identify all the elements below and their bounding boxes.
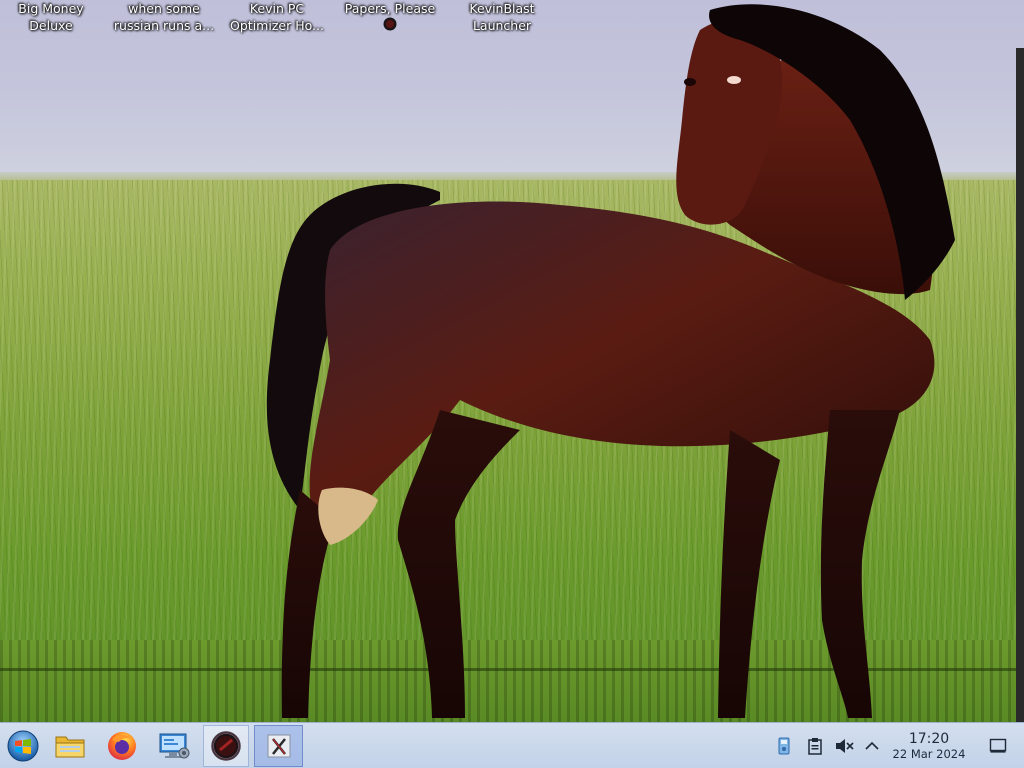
desktop-icon-papers-please[interactable]: Papers, Please xyxy=(335,0,445,31)
file-explorer-icon xyxy=(55,736,85,758)
tray-volume-button[interactable] xyxy=(832,734,856,758)
kevin-x-app-icon xyxy=(267,734,290,758)
taskbar-clock[interactable]: 17:20 22 Mar 2024 xyxy=(886,731,972,761)
usb-device-icon xyxy=(778,737,790,755)
taskbar-file-explorer-button[interactable] xyxy=(47,725,93,767)
desktop-icon-label: Big Money Deluxe xyxy=(18,1,84,33)
desktop-icon-label: when some russian runs a... xyxy=(113,1,215,33)
taskbar-papers-please-button[interactable] xyxy=(203,725,249,767)
clipboard-icon xyxy=(808,738,822,755)
clock-time: 17:20 xyxy=(908,731,950,747)
desktop-icon-big-money-deluxe[interactable]: Big Money Deluxe xyxy=(0,0,106,34)
desktop-icon-label: KevinBlast Launcher xyxy=(469,1,535,33)
show-desktop-icon xyxy=(989,738,1007,753)
tray-usb-device-button[interactable] xyxy=(772,734,796,758)
horse-image xyxy=(266,4,955,718)
network-settings-icon xyxy=(159,733,190,759)
tray-overflow-button[interactable] xyxy=(860,734,884,758)
speaker-muted-icon xyxy=(836,739,854,753)
chevron-up-icon xyxy=(865,741,879,750)
clock-date: 22 Mar 2024 xyxy=(892,747,966,761)
taskbar-network-settings-button[interactable] xyxy=(151,725,197,767)
desktop-icon-russian-video[interactable]: when some russian runs a... xyxy=(109,0,219,34)
desktop-wallpaper xyxy=(0,0,1024,722)
firefox-icon xyxy=(108,732,136,760)
taskbar-firefox-button[interactable] xyxy=(99,725,145,767)
desktop-icon-label: Papers, Please xyxy=(344,1,436,16)
papers-please-seal-icon xyxy=(383,17,397,31)
desktop-icon-label: Kevin PC Optimizer Ho... xyxy=(230,1,324,33)
show-desktop-button[interactable] xyxy=(986,734,1010,758)
taskbar: 17:20 22 Mar 2024 xyxy=(0,722,1024,768)
papers-please-icon xyxy=(211,731,241,761)
windows-orb-icon xyxy=(7,730,39,762)
wallpaper-right-edge xyxy=(1016,48,1024,722)
tray-clipboard-button[interactable] xyxy=(803,734,827,758)
desktop-icon-kevin-pc-optimizer[interactable]: Kevin PC Optimizer Ho... xyxy=(222,0,332,34)
taskbar-kevin-x-app-button[interactable] xyxy=(254,725,303,767)
start-button[interactable] xyxy=(0,725,46,767)
desktop-icon-kevinblast-launcher[interactable]: KevinBlast Launcher xyxy=(447,0,557,34)
